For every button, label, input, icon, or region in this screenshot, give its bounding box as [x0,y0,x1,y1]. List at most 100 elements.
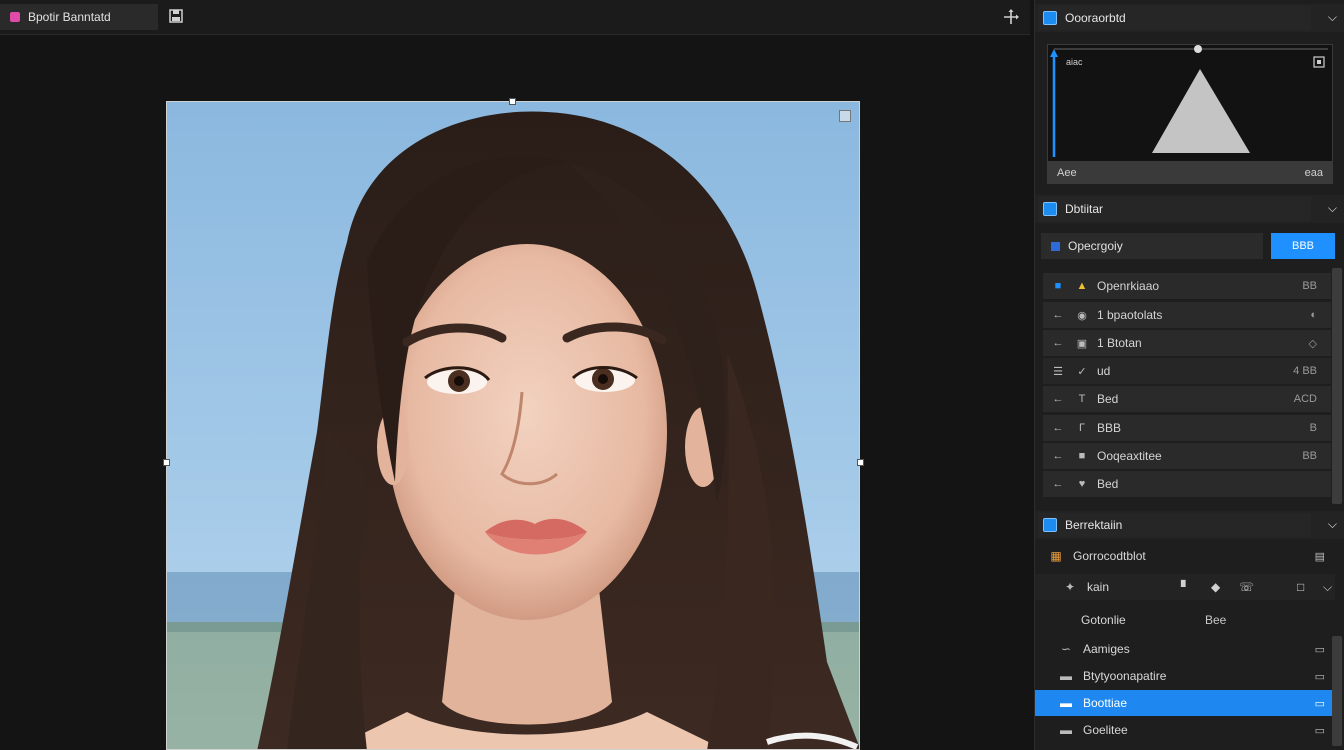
layer-options[interactable]: ACD [1294,393,1317,405]
tab-color-swatch [10,12,20,22]
adjust-subheader-left: Gotonlie [1081,613,1126,627]
layers-title: Dbtiitar [1065,202,1104,216]
document-tab[interactable]: Bpotir Banntatd [0,4,158,30]
adjust-row[interactable]: ∽ Aamiges ▭ [1035,636,1335,662]
tool-label: kain [1087,580,1110,594]
adjust-row-label: Goelitee [1083,723,1128,737]
adjust-row[interactable]: ▬ Goelitee ▭ [1035,717,1335,743]
chevron-down-icon[interactable]: ⌵ [1328,517,1337,532]
adjust-header[interactable]: Berrektaiin ⌵ [1035,511,1344,539]
adjust-scrollbar[interactable] [1332,636,1342,746]
right-panel: Oooraorbtd ⌵ aiac Aee eaa Dbtiitar ⌵ Ope… [1034,0,1344,750]
chevron-down-icon[interactable]: ⌵ [1328,10,1337,25]
adjust-row-selected[interactable]: ▬ Boottiae ▭ [1035,690,1335,716]
layer-options[interactable]: B [1310,422,1317,434]
layer-options[interactable]: BB [1302,450,1317,462]
curves-icon: ∽ [1060,642,1072,656]
link-icon[interactable]: ← [1049,478,1067,490]
layer-name: Ooqeaxtitee [1097,449,1162,463]
adjust-menu-icon[interactable]: ▤ [1315,550,1325,563]
canvas-area[interactable] [0,35,1030,750]
grip-icon[interactable]: ☰ [1049,365,1067,378]
histogram-panel-icon [1043,11,1057,25]
layer-row[interactable]: ← Γ BBB B [1043,415,1331,441]
layer-row[interactable]: ← ♥ Bed [1043,471,1331,497]
link-icon[interactable]: ← [1049,422,1067,434]
transform-handle-left[interactable] [163,459,170,466]
layer-name: Bed [1097,392,1119,406]
blend-mode-icon [1051,241,1060,251]
layer-row[interactable]: ← ◉ 1 bpaotolats ◐ [1043,302,1331,328]
adjust-row-toggle[interactable]: ▭ [1315,697,1325,710]
histogram-header[interactable]: Oooraorbtd ⌵ [1035,4,1344,32]
layer-row[interactable]: ■ ▲ Openrkiaao BB [1043,273,1331,299]
histogram-graph: aiac [1047,44,1333,162]
shape-icon: ■ [1078,450,1086,462]
heart-icon: ♥ [1078,478,1086,490]
histogram-corner-label: aiac [1066,57,1083,67]
blend-mode-select[interactable]: Opecrgoiy [1041,233,1263,259]
wand-icon[interactable]: ✦ [1059,580,1081,594]
folder-icon: ▣ [1076,337,1088,350]
adjust-row-toggle[interactable]: ▭ [1315,724,1325,737]
adjust-row-label: Btytyoonapatire [1083,669,1167,683]
layer-name: Bed [1097,477,1119,491]
chevron-down-icon[interactable]: ⌵ [1328,201,1337,216]
layers-action-button[interactable]: BBB [1271,233,1335,259]
folder-icon: ▬ [1060,696,1072,710]
link-icon[interactable]: ← [1049,393,1067,405]
layer-name: Openrkiaao [1097,279,1160,293]
square-icon[interactable]: □ [1297,580,1304,594]
link-icon[interactable]: ← [1049,309,1067,321]
adjust-subtitle: Gorrocodtblot [1073,549,1146,563]
adjust-subtitle-row: ▦ Gorrocodtblot ▤ [1035,543,1335,569]
layer-options[interactable]: 4 BB [1293,365,1317,377]
adjust-title: Berrektaiin [1065,518,1123,532]
layers-scrollbar[interactable] [1332,268,1342,504]
text-icon: T [1078,393,1086,405]
layer-row[interactable]: ☰ ✓ ud 4 BB [1043,358,1331,384]
layer-visibility-icon[interactable]: ■ [1049,280,1067,292]
portrait-photo[interactable] [166,101,860,750]
adjust-row[interactable]: ▬ Btytyoonapatire ▭ [1035,663,1335,689]
adjust-subheader-right[interactable]: Bee [1205,613,1226,627]
histogram-foot-right[interactable]: eaa [1305,167,1323,179]
adjust-row-label: Boottiae [1083,696,1128,710]
crop-icon[interactable]: ▘ [1181,580,1190,594]
layer-row[interactable]: ← T Bed ACD [1043,386,1331,412]
layer-name: 1 bpaotolats [1097,308,1163,322]
move-icon[interactable] [1002,8,1020,26]
layers-header[interactable]: Dbtiitar ⌵ [1035,195,1344,223]
adjust-row-toggle[interactable]: ▭ [1315,643,1325,656]
layer-row[interactable]: ← ▣ 1 Btotan ◇ [1043,330,1331,356]
document-tab-title: Bpotir Banntatd [28,10,111,24]
brush-icon: ✓ [1077,365,1087,378]
layer-name: BBB [1097,421,1122,435]
mask-icon: ◉ [1077,309,1087,322]
link-icon[interactable]: ← [1049,337,1067,349]
layers-icon: ▬ [1060,669,1072,683]
tag-icon[interactable]: ◆ [1211,580,1220,594]
portrait-image [167,102,859,749]
palette-icon: ▦ [1050,549,1062,563]
tool-row: ✦ kain ▘ ◆ ☏ □ ⌵ [1035,574,1335,600]
histogram-foot-left: Aee [1057,167,1077,179]
filter-icon: Γ [1078,422,1086,434]
warning-icon: ▲ [1076,280,1088,292]
layer-row[interactable]: ← ■ Ooqeaxtitee BB [1043,443,1331,469]
layer-name: ud [1097,364,1111,378]
canvas-fit-icon[interactable] [839,110,851,122]
chevron-down-icon[interactable]: ⌵ [1323,580,1332,595]
transform-handle-right[interactable] [857,459,864,466]
blend-mode-value: Opecrgoiy [1068,239,1123,253]
adjust-row-toggle[interactable]: ▭ [1315,670,1325,683]
link-icon[interactable]: ← [1049,450,1067,462]
phone-icon[interactable]: ☏ [1239,580,1254,594]
save-icon[interactable] [168,8,184,24]
layer-options[interactable]: ◇ [1309,337,1317,350]
layer-options[interactable]: ◐ [1310,309,1317,321]
transform-handle-top[interactable] [509,98,516,105]
layer-options[interactable]: BB [1302,280,1317,292]
layers-panel-icon [1043,202,1057,216]
histogram-footer: Aee eaa [1047,162,1333,184]
